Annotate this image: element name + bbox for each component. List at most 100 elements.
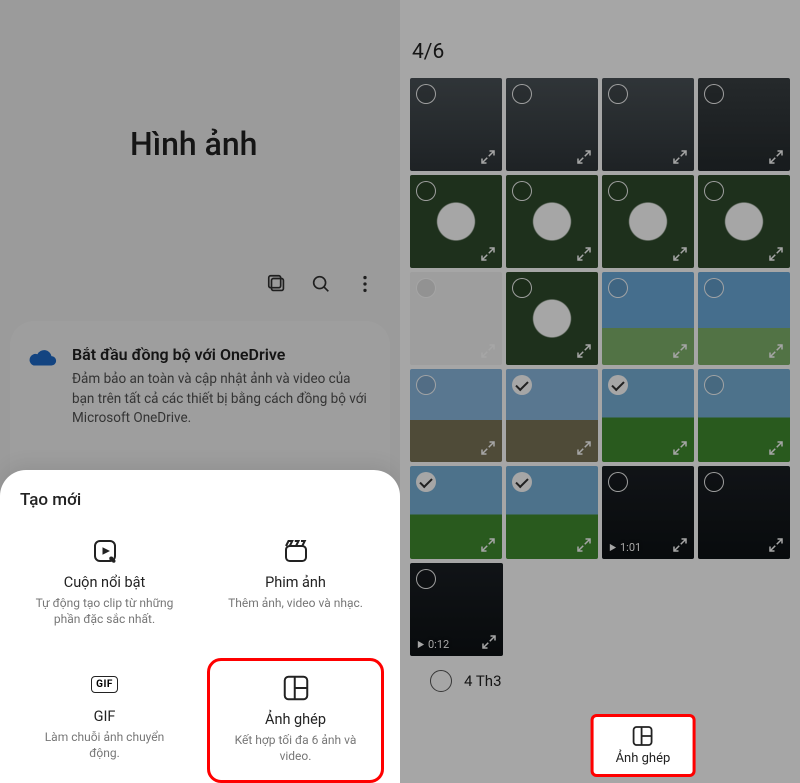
collage-button-label: Ảnh ghép: [616, 751, 671, 766]
expand-icon[interactable]: [767, 536, 785, 554]
date-select-circle[interactable]: [430, 670, 452, 692]
create-sheet: Tạo mới Cuộn nổi bật Tự động tạo clip từ …: [0, 470, 400, 783]
photo-thumb[interactable]: [698, 78, 790, 171]
create-item-title: Ảnh ghép: [222, 711, 369, 728]
select-circle[interactable]: [704, 278, 724, 298]
expand-icon[interactable]: [479, 245, 497, 263]
create-item-desc: Làm chuỗi ảnh chuyển động.: [28, 729, 181, 761]
search-icon[interactable]: [310, 273, 332, 299]
expand-icon[interactable]: [767, 245, 785, 263]
select-circle[interactable]: [416, 84, 436, 104]
photo-thumb[interactable]: [410, 369, 502, 462]
photo-thumb[interactable]: [602, 369, 694, 462]
expand-icon[interactable]: [575, 439, 593, 457]
create-item-gif[interactable]: GIF GIF Làm chuỗi ảnh chuyển động.: [16, 658, 193, 783]
clapper-icon: [279, 534, 313, 568]
collage-button[interactable]: Ảnh ghép: [591, 714, 696, 777]
create-item-title: Phim ảnh: [219, 574, 372, 591]
right-pane: 4/6 1:01 0:12 4 Th3 Ảnh ghép: [400, 0, 800, 783]
select-circle[interactable]: [608, 181, 628, 201]
select-circle[interactable]: [416, 375, 436, 395]
expand-icon[interactable]: [671, 536, 689, 554]
onedrive-desc: Đảm bảo an toàn và cập nhật ảnh và video…: [72, 370, 372, 429]
select-circle[interactable]: [608, 278, 628, 298]
expand-icon[interactable]: [575, 148, 593, 166]
select-circle[interactable]: [608, 472, 628, 492]
photo-thumb[interactable]: [506, 466, 598, 559]
expand-icon[interactable]: [575, 536, 593, 554]
photo-thumb[interactable]: [698, 466, 790, 559]
select-circle[interactable]: [416, 569, 436, 589]
photo-thumb[interactable]: [698, 369, 790, 462]
select-circle[interactable]: [704, 181, 724, 201]
create-item-desc: Tự động tạo clip từ những phần đặc sắc n…: [28, 595, 181, 627]
onedrive-text: Bắt đầu đồng bộ với OneDrive Đảm bảo an …: [72, 345, 372, 429]
photo-thumb[interactable]: [506, 369, 598, 462]
photo-thumb[interactable]: [602, 78, 694, 171]
expand-icon[interactable]: [671, 439, 689, 457]
create-item-title: GIF: [28, 708, 181, 725]
expand-icon[interactable]: [480, 633, 498, 651]
expand-icon[interactable]: [479, 536, 497, 554]
play-sparkle-icon: [88, 534, 122, 568]
photo-thumb[interactable]: [698, 272, 790, 365]
expand-icon[interactable]: [479, 342, 497, 360]
create-item-ảnh-ghép[interactable]: Ảnh ghép Kết hợp tối đa 6 ảnh và video.: [207, 658, 384, 783]
expand-icon[interactable]: [479, 439, 497, 457]
photo-thumb[interactable]: [506, 175, 598, 268]
gif-icon: GIF: [88, 668, 122, 702]
photo-thumb[interactable]: [410, 175, 502, 268]
photo-thumb[interactable]: [410, 272, 502, 365]
select-circle[interactable]: [512, 472, 532, 492]
collage-icon: [279, 671, 313, 705]
select-circle[interactable]: [416, 278, 436, 298]
select-circle[interactable]: [512, 84, 532, 104]
select-circle[interactable]: [704, 472, 724, 492]
onedrive-title: Bắt đầu đồng bộ với OneDrive: [72, 345, 372, 364]
cloud-icon: [28, 347, 58, 369]
photo-thumb[interactable]: 0:12: [410, 563, 503, 656]
photo-grid: 1:01 0:12: [400, 78, 800, 656]
collage-icon: [630, 723, 656, 749]
create-item-phim-ảnh[interactable]: Phim ảnh Thêm ảnh, video và nhạc.: [207, 524, 384, 643]
create-item-title: Cuộn nổi bật: [28, 574, 181, 591]
create-item-cuộn-nổi-bật[interactable]: Cuộn nổi bật Tự động tạo clip từ những ph…: [16, 524, 193, 643]
select-circle[interactable]: [608, 84, 628, 104]
select-circle[interactable]: [416, 181, 436, 201]
select-circle[interactable]: [704, 375, 724, 395]
selection-counter: 4/6: [400, 0, 800, 78]
expand-icon[interactable]: [767, 439, 785, 457]
photo-thumb[interactable]: [506, 78, 598, 171]
left-pane: Hình ảnh Bắt đầu đồng bộ với OneDrive Đả…: [0, 0, 400, 783]
select-circle[interactable]: [704, 84, 724, 104]
photo-thumb[interactable]: [410, 78, 502, 171]
create-heading: Tạo mới: [20, 490, 380, 510]
select-circle[interactable]: [512, 375, 532, 395]
select-circle[interactable]: [608, 375, 628, 395]
photo-thumb[interactable]: [506, 272, 598, 365]
video-duration: 1:01: [608, 541, 641, 554]
expand-icon[interactable]: [575, 342, 593, 360]
create-item-desc: Kết hợp tối đa 6 ảnh và video.: [222, 732, 369, 764]
more-icon[interactable]: [354, 273, 376, 299]
select-circle[interactable]: [416, 472, 436, 492]
expand-icon[interactable]: [479, 148, 497, 166]
select-circle[interactable]: [512, 181, 532, 201]
create-item-desc: Thêm ảnh, video và nhạc.: [219, 595, 372, 611]
expand-icon[interactable]: [767, 148, 785, 166]
date-label: 4 Th3: [464, 672, 502, 690]
expand-icon[interactable]: [671, 245, 689, 263]
select-circle[interactable]: [512, 278, 532, 298]
expand-icon[interactable]: [575, 245, 593, 263]
photo-thumb[interactable]: 1:01: [602, 466, 694, 559]
video-duration: 0:12: [416, 638, 449, 651]
expand-icon[interactable]: [671, 148, 689, 166]
photo-thumb[interactable]: [602, 272, 694, 365]
photo-thumb[interactable]: [602, 175, 694, 268]
photo-thumb[interactable]: [410, 466, 502, 559]
expand-icon[interactable]: [767, 342, 785, 360]
multi-select-icon[interactable]: [266, 273, 288, 299]
photo-thumb[interactable]: [698, 175, 790, 268]
toolbar: [0, 163, 400, 299]
expand-icon[interactable]: [671, 342, 689, 360]
